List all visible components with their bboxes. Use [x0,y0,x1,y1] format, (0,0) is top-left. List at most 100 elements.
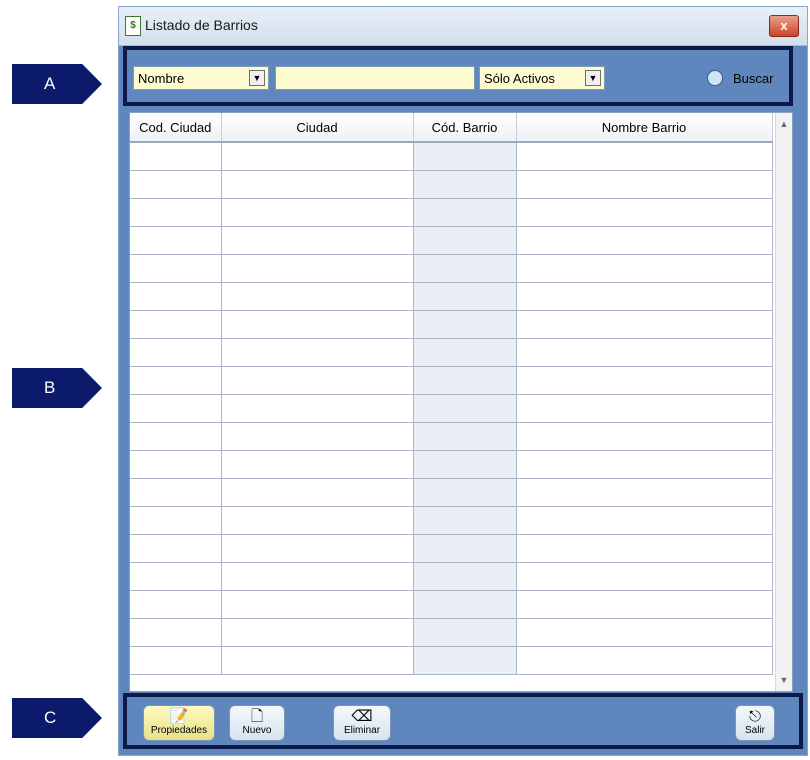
table-cell[interactable] [516,422,773,451]
table-cell[interactable] [413,618,517,647]
table-row[interactable] [130,170,773,199]
table-row[interactable] [130,534,773,563]
table-cell[interactable] [413,226,517,255]
title-bar[interactable]: $ Listado de Barrios x [119,7,807,46]
table-cell[interactable] [413,310,517,339]
table-cell[interactable] [221,478,414,507]
table-cell[interactable] [221,394,414,423]
table-cell[interactable] [413,338,517,367]
table-row[interactable] [130,590,773,619]
table-row[interactable] [130,366,773,395]
chevron-down-icon[interactable]: ▼ [249,70,265,86]
table-cell[interactable] [130,226,222,255]
table-cell[interactable] [130,394,222,423]
table-cell[interactable] [516,450,773,479]
exit-button[interactable]: ⎋ Salir [735,705,775,741]
table-cell[interactable] [516,646,773,675]
table-row[interactable] [130,282,773,311]
table-cell[interactable] [516,562,773,591]
table-row[interactable] [130,338,773,367]
table-cell[interactable] [221,254,414,283]
table-row[interactable] [130,618,773,647]
scroll-up-icon[interactable]: ▲ [776,119,792,129]
table-cell[interactable] [130,646,222,675]
table-cell[interactable] [413,394,517,423]
field-select[interactable]: Nombre ▼ [133,66,269,90]
table-cell[interactable] [413,562,517,591]
table-row[interactable] [130,198,773,227]
vertical-scrollbar[interactable]: ▲ ▼ [775,113,792,691]
table-cell[interactable] [516,366,773,395]
table-cell[interactable] [130,254,222,283]
table-cell[interactable] [413,198,517,227]
delete-button[interactable]: ⌫ Eliminar [333,705,391,741]
table-row[interactable] [130,226,773,255]
table-cell[interactable] [516,506,773,535]
table-cell[interactable] [130,198,222,227]
table-cell[interactable] [221,142,414,171]
column-header[interactable]: Cod. Ciudad [130,113,222,143]
table-cell[interactable] [413,450,517,479]
table-row[interactable] [130,478,773,507]
table-cell[interactable] [413,534,517,563]
table-cell[interactable] [413,646,517,675]
table-row[interactable] [130,562,773,591]
table-cell[interactable] [130,282,222,311]
table-cell[interactable] [516,254,773,283]
table-cell[interactable] [130,562,222,591]
table-cell[interactable] [130,142,222,171]
table-cell[interactable] [221,450,414,479]
table-cell[interactable] [130,534,222,563]
table-cell[interactable] [413,254,517,283]
table-cell[interactable] [130,338,222,367]
table-cell[interactable] [221,562,414,591]
table-cell[interactable] [221,646,414,675]
table-cell[interactable] [516,338,773,367]
table-cell[interactable] [221,226,414,255]
table-cell[interactable] [221,310,414,339]
table-cell[interactable] [413,282,517,311]
scroll-down-icon[interactable]: ▼ [776,675,792,685]
table-cell[interactable] [413,478,517,507]
table-cell[interactable] [130,618,222,647]
table-cell[interactable] [130,366,222,395]
table-cell[interactable] [221,198,414,227]
table-row[interactable] [130,646,773,675]
table-row[interactable] [130,422,773,451]
table-cell[interactable] [516,590,773,619]
column-header[interactable]: Nombre Barrio [516,113,773,143]
table-cell[interactable] [221,534,414,563]
table-cell[interactable] [413,142,517,171]
table-cell[interactable] [413,590,517,619]
table-cell[interactable] [221,170,414,199]
table-cell[interactable] [221,506,414,535]
table-cell[interactable] [221,338,414,367]
table-cell[interactable] [516,618,773,647]
table-cell[interactable] [516,478,773,507]
table-cell[interactable] [413,506,517,535]
table-cell[interactable] [130,478,222,507]
table-cell[interactable] [130,310,222,339]
table-cell[interactable] [130,506,222,535]
table-cell[interactable] [516,282,773,311]
table-cell[interactable] [516,310,773,339]
table-row[interactable] [130,254,773,283]
properties-button[interactable]: 📝 Propiedades [143,705,215,741]
status-select[interactable]: Sólo Activos ▼ [479,66,605,90]
table-cell[interactable] [516,226,773,255]
table-cell[interactable] [516,198,773,227]
new-button[interactable]: 🗋 Nuevo [229,705,285,741]
search-input[interactable] [275,66,475,90]
table-cell[interactable] [516,534,773,563]
table-cell[interactable] [130,590,222,619]
table-cell[interactable] [130,450,222,479]
table-cell[interactable] [221,422,414,451]
table-cell[interactable] [221,366,414,395]
chevron-down-icon[interactable]: ▼ [585,70,601,86]
table-cell[interactable] [221,282,414,311]
table-row[interactable] [130,310,773,339]
table-cell[interactable] [221,590,414,619]
table-cell[interactable] [130,422,222,451]
column-header[interactable]: Cód. Barrio [413,113,517,143]
table-row[interactable] [130,142,773,171]
